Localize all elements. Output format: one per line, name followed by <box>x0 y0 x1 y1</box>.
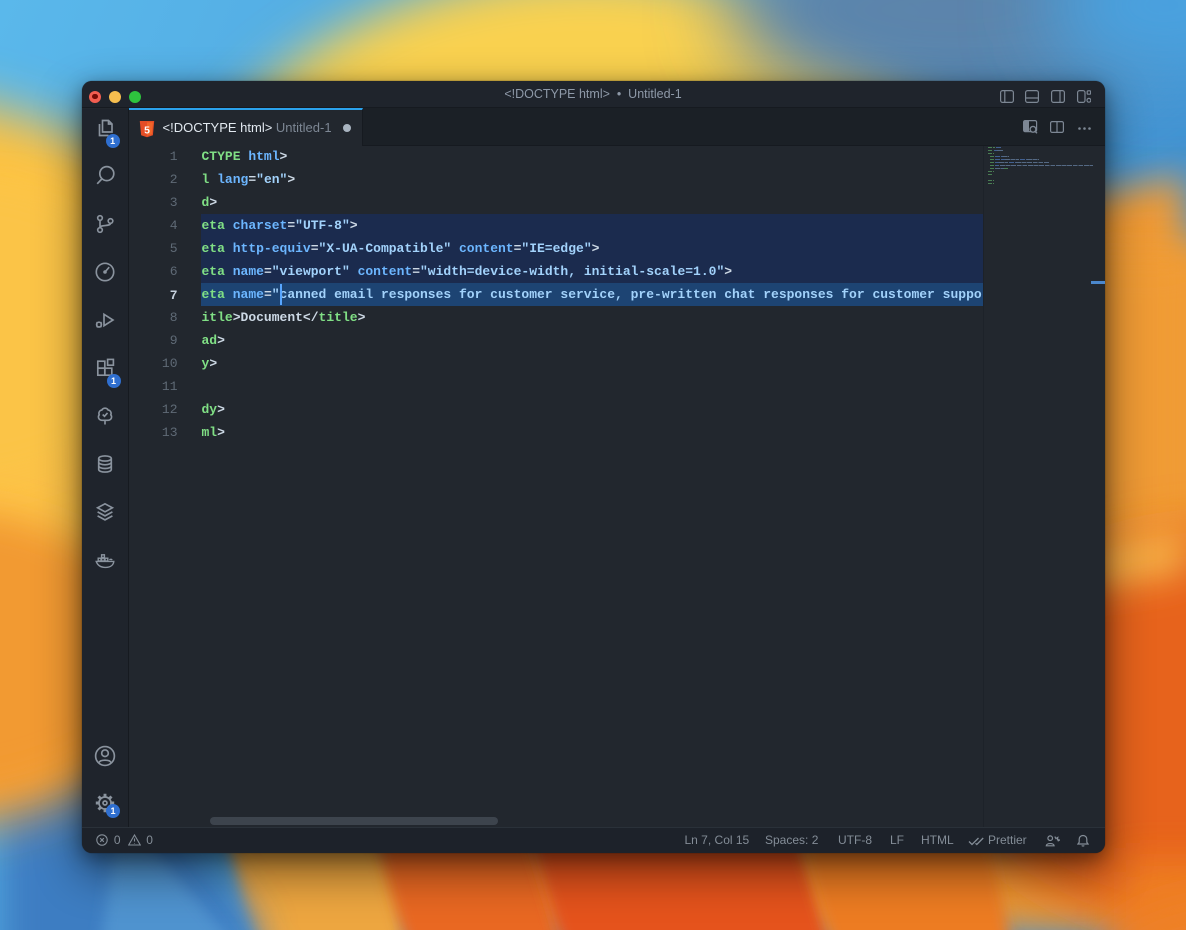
svg-text:5: 5 <box>144 124 150 136</box>
